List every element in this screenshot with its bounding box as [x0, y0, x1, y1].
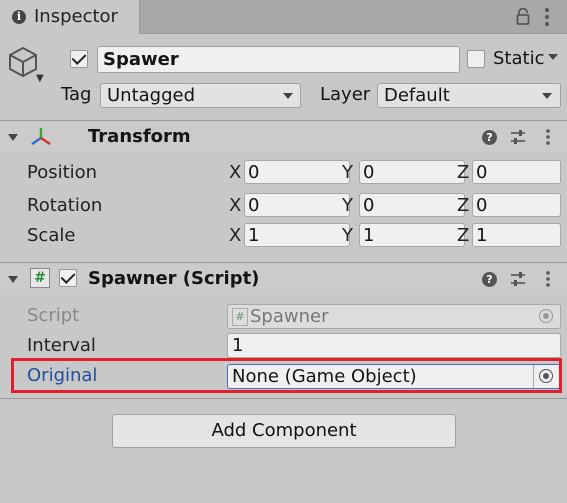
transform-title: Transform — [88, 126, 191, 147]
rotation-label: Rotation — [27, 195, 103, 216]
layer-dropdown[interactable]: Default — [377, 83, 561, 108]
kebab-menu-icon[interactable] — [545, 270, 551, 288]
scale-x-input[interactable]: 1 — [244, 223, 350, 247]
axis-z-label[interactable]: Z — [457, 225, 469, 246]
tag-label: Tag — [61, 84, 92, 105]
transform-axes-icon — [31, 128, 51, 145]
axis-y-label[interactable]: Y — [342, 162, 353, 183]
lock-icon[interactable] — [516, 8, 530, 25]
script-hash-icon: # — [30, 268, 50, 288]
position-y-input[interactable]: 0 — [359, 160, 465, 184]
highlight-box — [11, 358, 562, 393]
foldout-arrow-icon[interactable] — [8, 276, 18, 283]
position-z-input[interactable]: 0 — [472, 160, 561, 184]
spawner-title: Spawner (Script) — [88, 268, 260, 289]
interval-input[interactable]: 1 — [227, 333, 561, 358]
chevron-down-icon — [283, 93, 293, 99]
static-dropdown-arrow-icon[interactable] — [548, 54, 558, 60]
rotation-z-input[interactable]: 0 — [472, 193, 561, 217]
divider — [0, 398, 567, 399]
add-component-button[interactable]: Add Component — [112, 414, 456, 448]
tab-inspector[interactable]: i Inspector — [0, 0, 140, 34]
scale-y-input[interactable]: 1 — [359, 223, 465, 247]
script-label: Script — [27, 305, 80, 326]
help-icon[interactable]: ? — [482, 272, 497, 287]
foldout-arrow-icon[interactable] — [8, 134, 18, 141]
axis-y-label[interactable]: Y — [342, 195, 353, 216]
chevron-down-icon — [542, 93, 552, 99]
kebab-menu-icon[interactable] — [544, 7, 550, 27]
rotation-y-input[interactable]: 0 — [359, 193, 465, 217]
position-x-input[interactable]: 0 — [244, 160, 350, 184]
axis-x-label[interactable]: X — [229, 195, 241, 216]
gameobject-cube-icon[interactable] — [8, 46, 38, 78]
axis-y-label[interactable]: Y — [342, 225, 353, 246]
object-name-input[interactable]: Spawer — [97, 46, 460, 73]
interval-label: Interval — [27, 335, 96, 356]
info-icon: i — [12, 10, 26, 24]
preset-sliders-icon[interactable] — [510, 271, 526, 287]
script-file-icon: # — [232, 308, 248, 326]
tag-dropdown[interactable]: Untagged — [100, 83, 301, 108]
spawner-enabled-checkbox[interactable] — [59, 269, 77, 287]
scale-z-input[interactable]: 1 — [472, 223, 561, 247]
axis-x-label[interactable]: X — [229, 225, 241, 246]
position-label: Position — [27, 162, 98, 183]
axis-z-label[interactable]: Z — [457, 195, 469, 216]
spawner-header[interactable]: # Spawner (Script) ? — [0, 264, 567, 294]
script-value: Spawner — [250, 306, 329, 327]
scale-label: Scale — [27, 225, 76, 246]
object-picker-icon — [539, 309, 553, 323]
axis-z-label[interactable]: Z — [457, 162, 469, 183]
active-checkbox[interactable] — [70, 50, 88, 68]
transform-header[interactable]: Transform ? — [0, 122, 567, 152]
layer-label: Layer — [320, 84, 371, 105]
icon-dropdown-arrow-icon[interactable]: ▼ — [36, 73, 44, 84]
static-checkbox[interactable] — [467, 50, 485, 68]
axis-x-label[interactable]: X — [229, 162, 241, 183]
script-field: # Spawner — [227, 304, 561, 329]
kebab-menu-icon[interactable] — [545, 128, 551, 146]
divider — [0, 120, 567, 121]
preset-sliders-icon[interactable] — [510, 129, 526, 145]
divider — [0, 262, 567, 263]
rotation-x-input[interactable]: 0 — [244, 193, 350, 217]
tab-label: Inspector — [34, 6, 118, 27]
help-icon[interactable]: ? — [482, 130, 497, 145]
static-label: Static — [493, 48, 545, 69]
